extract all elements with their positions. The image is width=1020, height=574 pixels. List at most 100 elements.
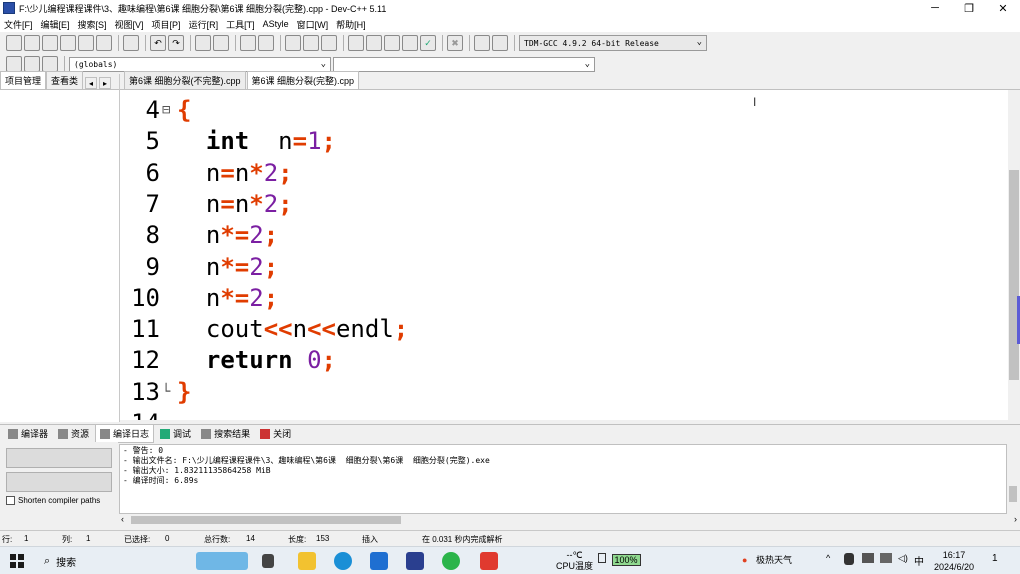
editor-scrollbar[interactable] (1008, 90, 1020, 420)
code-line[interactable]: 11 cout<<n<<endl; (120, 314, 1008, 345)
taskbar-search[interactable]: ⌕ 搜索 (44, 554, 76, 569)
tab-search-results[interactable]: 搜索结果 (197, 425, 254, 442)
member-combo[interactable]: ⌄ (333, 56, 595, 72)
check-syntax-icon[interactable]: ✓ (420, 35, 436, 51)
wps-icon[interactable] (480, 552, 498, 570)
menu-tools[interactable]: 工具[T] (222, 18, 259, 31)
maximize-button[interactable]: ❐ (952, 0, 986, 16)
chevron-up-icon[interactable]: ^ (826, 553, 830, 563)
file-explorer-icon[interactable] (298, 552, 316, 570)
devcpp-taskbar-icon[interactable] (406, 552, 424, 570)
comment-icon[interactable] (321, 35, 337, 51)
indent-icon[interactable] (285, 35, 301, 51)
replace-icon[interactable] (213, 35, 229, 51)
goto-line-icon[interactable] (240, 35, 256, 51)
menu-view[interactable]: 视图[V] (111, 18, 148, 31)
code-line[interactable]: 6 n=n*2; (120, 158, 1008, 189)
log-hscroll-thumb[interactable] (131, 516, 401, 524)
compiler-select[interactable]: TDM-GCC 4.9.2 64-bit Release ⌄ (519, 35, 707, 51)
shorten-paths-checkbox[interactable]: Shorten compiler paths (6, 496, 100, 505)
code-editor[interactable]: 4 ⊟{5 int n=1; 6 n=n*2; 7 n=n*2; 8 n*=2; 9 n*… (120, 90, 1008, 420)
log-horizontal-scrollbar[interactable]: ‹ › (119, 514, 1019, 526)
open-file-icon[interactable] (24, 35, 40, 51)
tray-icons[interactable]: ^ (826, 553, 830, 563)
network-icon[interactable] (862, 553, 874, 563)
ime-indicator[interactable]: 中 (914, 553, 924, 568)
file-tab-complete[interactable]: 第6课 细胞分裂(完整).cpp (246, 71, 360, 89)
tab-compiler[interactable]: 编译器 (4, 425, 52, 442)
undo-icon[interactable]: ↶ (150, 35, 166, 51)
menu-edit[interactable]: 编辑[E] (37, 18, 74, 31)
menu-file[interactable]: 文件[F] (0, 18, 37, 31)
taskbar-widget-icon[interactable] (196, 552, 248, 570)
windows-start-icon[interactable] (10, 554, 24, 568)
code-line[interactable]: 9 n*=2; (120, 252, 1008, 283)
tab-project-manager[interactable]: 项目管理 (0, 71, 47, 89)
stop-icon[interactable]: ✖ (447, 35, 463, 51)
store-app-icon[interactable] (370, 552, 388, 570)
task-view-icon[interactable] (262, 554, 274, 568)
unindent-icon[interactable] (303, 35, 319, 51)
chevron-right-icon[interactable]: ▸ (99, 77, 112, 89)
close-all-icon[interactable] (96, 35, 112, 51)
battery-widget[interactable]: 100% (598, 553, 641, 566)
class-bookmark-icon[interactable] (42, 56, 58, 72)
save-all-icon[interactable] (60, 35, 76, 51)
compile-icon[interactable] (348, 35, 364, 51)
close-file-icon[interactable] (78, 35, 94, 51)
save-icon[interactable] (42, 35, 58, 51)
menu-search[interactable]: 搜索[S] (74, 18, 111, 31)
redo-icon[interactable]: ↷ (168, 35, 184, 51)
wechat-icon[interactable] (442, 552, 460, 570)
menu-help[interactable]: 帮助[H] (332, 18, 370, 31)
log-scrollbar-thumb[interactable] (1009, 486, 1017, 502)
tab-resources[interactable]: 资源 (54, 425, 93, 442)
minimize-button[interactable]: ─ (918, 0, 952, 16)
code-line[interactable]: 7 n=n*2; (120, 189, 1008, 220)
rebuild-icon[interactable] (402, 35, 418, 51)
clock[interactable]: 16:17 2024/6/20 (934, 549, 974, 573)
fold-marker-icon[interactable]: ⊟ (162, 95, 172, 126)
find-icon[interactable] (195, 35, 211, 51)
edge-browser-icon[interactable] (334, 552, 352, 570)
code-line[interactable]: 5 int n=1; (120, 126, 1008, 157)
scroll-right-icon[interactable]: › (1014, 514, 1017, 524)
toggle-bookmark-icon[interactable] (258, 35, 274, 51)
code-line[interactable]: 8 n*=2; (120, 220, 1008, 251)
tab-class-browser[interactable]: 查看类 (46, 71, 84, 89)
compile-log[interactable]: - 警告: 0- 输出文件名: F:\少儿编程课程课件\3、趣味编程\第6课 细… (119, 444, 1007, 514)
code-line[interactable]: 4 ⊟{ (120, 95, 1008, 126)
menu-project[interactable]: 项目[P] (148, 18, 185, 31)
display-icon[interactable] (880, 553, 892, 563)
close-button[interactable]: ✕ (986, 0, 1020, 16)
checkbox-box[interactable] (6, 496, 15, 505)
fold-marker-icon[interactable]: └ (162, 377, 172, 408)
chevron-left-icon[interactable]: ◂ (85, 77, 98, 89)
scroll-left-icon[interactable]: ‹ (121, 514, 124, 524)
abort-compilation-button[interactable] (6, 448, 112, 468)
file-tab-incomplete[interactable]: 第6课 细胞分裂(不完整).cpp (124, 71, 246, 89)
scope-combo[interactable]: (globals) ⌄ (69, 56, 331, 72)
run-icon[interactable] (366, 35, 382, 51)
compile-run-icon[interactable] (384, 35, 400, 51)
new-file-icon[interactable] (6, 35, 22, 51)
log-vertical-scrollbar[interactable] (1007, 444, 1019, 514)
print-icon[interactable] (123, 35, 139, 51)
tab-debug[interactable]: 调试 (156, 425, 195, 442)
weather-widget[interactable]: ● 极热天气 (742, 553, 792, 566)
menu-run[interactable]: 运行[R] (185, 18, 223, 31)
code-line[interactable]: 14 (120, 408, 1008, 420)
code-line[interactable]: 12 return 0; (120, 345, 1008, 376)
volume-icon[interactable]: ◁) (898, 553, 908, 564)
tab-compile-log[interactable]: 编译日志 (95, 424, 155, 443)
class-goto-icon[interactable] (24, 56, 40, 72)
profile-icon[interactable] (492, 35, 508, 51)
class-insert-icon[interactable] (6, 56, 22, 72)
code-line[interactable]: 10 n*=2; (120, 283, 1008, 314)
cpu-temp-widget[interactable]: --℃ CPU温度 (556, 550, 593, 572)
menu-astyle[interactable]: AStyle (259, 19, 293, 29)
editor-scrollbar-thumb[interactable] (1009, 170, 1019, 380)
microphone-icon[interactable] (844, 553, 854, 565)
chart-icon[interactable] (474, 35, 490, 51)
code-line[interactable]: 13 └} (120, 377, 1008, 408)
